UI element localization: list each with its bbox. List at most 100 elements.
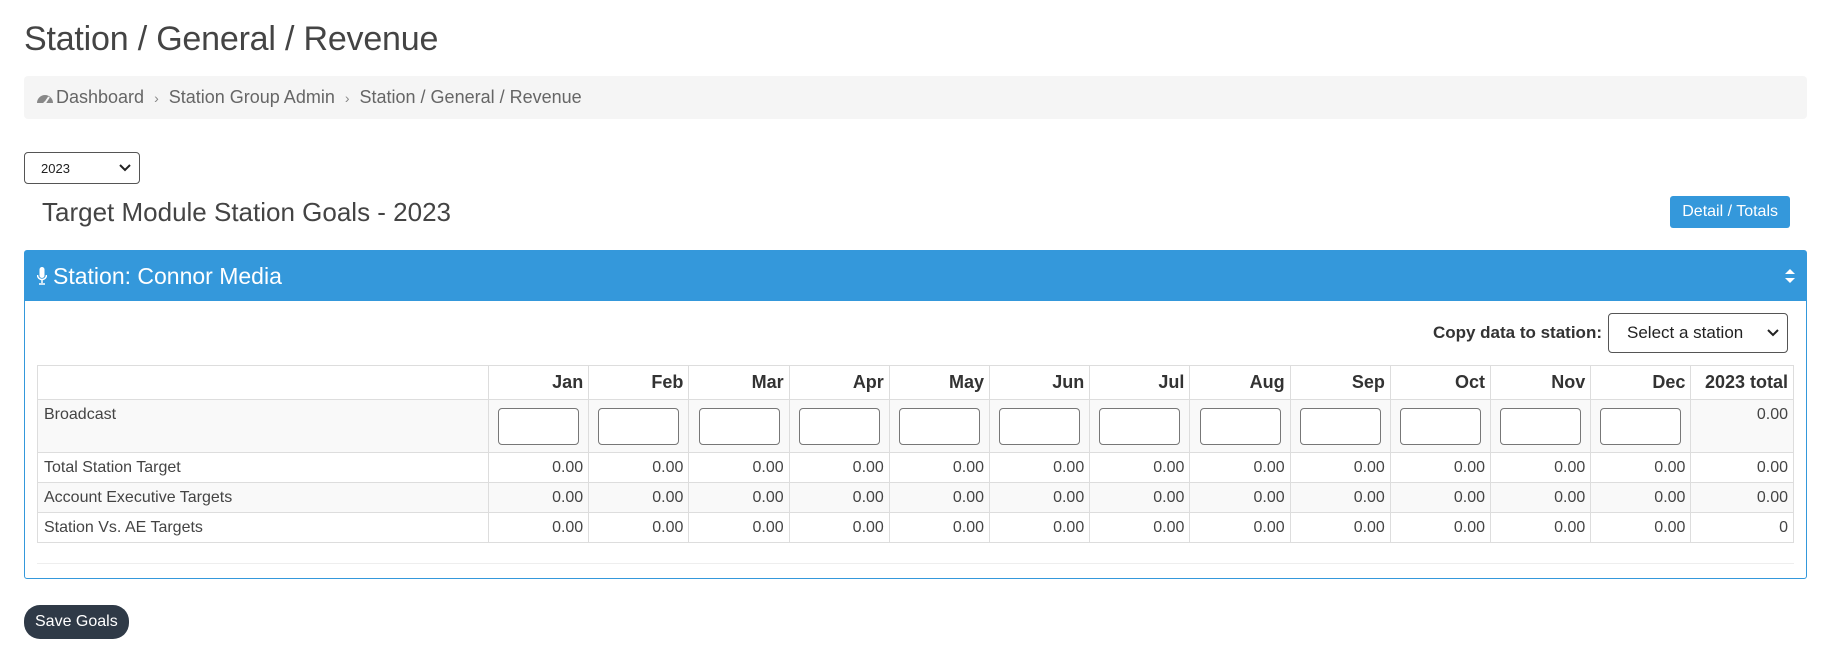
month-header: Aug bbox=[1189, 365, 1291, 400]
table-cell: 0.00 bbox=[1389, 452, 1492, 483]
month-header: Nov bbox=[1490, 365, 1592, 400]
broadcast-jan-input[interactable] bbox=[498, 407, 580, 445]
broadcast-nov-input[interactable] bbox=[1500, 407, 1582, 445]
table-cell: 0.00 bbox=[888, 482, 991, 513]
table-header-label bbox=[37, 365, 489, 400]
dashboard-icon bbox=[37, 94, 53, 104]
station-panel-body: Copy data to station: Select a station J… bbox=[25, 301, 1806, 578]
table-row-account-executive-targets: Account Executive Targets 0.00 0.00 0.00… bbox=[37, 482, 1794, 513]
sort-icon[interactable] bbox=[1784, 268, 1796, 284]
breadcrumb-dashboard-label: Dashboard bbox=[56, 87, 145, 107]
page: Station / General / Revenue Dashboard › … bbox=[0, 0, 1831, 639]
table-row-broadcast: Broadcast 0.00 bbox=[37, 399, 1794, 453]
breadcrumb: Dashboard › Station Group Admin › Statio… bbox=[24, 76, 1807, 119]
month-header: Apr bbox=[788, 365, 890, 400]
table-cell: 0.00 bbox=[1289, 452, 1391, 483]
chevron-down-icon bbox=[119, 164, 131, 172]
table-cell: 0.00 bbox=[1189, 512, 1291, 543]
table-cell: 0.00 bbox=[1590, 482, 1692, 513]
save-goals-button[interactable]: Save Goals bbox=[24, 605, 129, 639]
table-cell: 0.00 bbox=[989, 512, 1091, 543]
table-cell: 0.00 bbox=[1089, 482, 1191, 513]
table-cell: 0.00 bbox=[1490, 512, 1592, 543]
broadcast-sep-input[interactable] bbox=[1299, 407, 1381, 445]
table-cell: 0.00 bbox=[688, 512, 790, 543]
row-total: 0 bbox=[1690, 512, 1794, 543]
table-cell: 0.00 bbox=[688, 482, 790, 513]
table-cell: 0.00 bbox=[1490, 452, 1592, 483]
goals-title: Target Module Station Goals - 2023 bbox=[42, 196, 452, 227]
table-cell: 0.00 bbox=[1490, 482, 1592, 513]
month-header: Jun bbox=[989, 365, 1091, 400]
broadcast-aug-input[interactable] bbox=[1199, 407, 1281, 445]
table-cell: 0.00 bbox=[588, 512, 690, 543]
row-label: Station Vs. AE Targets bbox=[37, 512, 489, 543]
broadcast-may-input[interactable] bbox=[898, 407, 980, 445]
copy-data-row: Copy data to station: Select a station bbox=[37, 313, 1794, 353]
station-panel: Station: Connor Media Copy data to stati… bbox=[24, 250, 1807, 579]
table-cell: 0.00 bbox=[487, 482, 590, 513]
month-header: May bbox=[888, 365, 991, 400]
table-cell: 0.00 bbox=[989, 452, 1091, 483]
broadcast-oct-input[interactable] bbox=[1399, 407, 1481, 445]
row-label: Account Executive Targets bbox=[37, 482, 489, 513]
station-select[interactable]: Select a station bbox=[1608, 313, 1788, 353]
station-panel-header[interactable]: Station: Connor Media bbox=[25, 251, 1806, 301]
microphone-icon bbox=[37, 267, 47, 285]
row-label: Broadcast bbox=[37, 399, 489, 453]
broadcast-feb-input[interactable] bbox=[598, 407, 680, 445]
table-cell: 0.00 bbox=[1590, 452, 1692, 483]
breadcrumb-dashboard[interactable]: Dashboard bbox=[36, 87, 144, 108]
table-cell: 0.00 bbox=[588, 482, 690, 513]
month-header: Sep bbox=[1289, 365, 1391, 400]
row-total: 0.00 bbox=[1690, 452, 1794, 483]
table-cell: 0.00 bbox=[788, 452, 890, 483]
row-total: 0.00 bbox=[1690, 482, 1794, 513]
row-total: 0.00 bbox=[1690, 399, 1794, 453]
goals-table: Jan Feb Mar Apr May Jun Jul Aug Sep Oct … bbox=[37, 365, 1794, 543]
copy-data-label: Copy data to station: bbox=[1432, 323, 1602, 342]
table-cell: 0.00 bbox=[1289, 512, 1391, 543]
table-cell: 0.00 bbox=[888, 512, 991, 543]
table-cell: 0.00 bbox=[487, 452, 590, 483]
table-cell: 0.00 bbox=[588, 452, 690, 483]
table-cell: 0.00 bbox=[888, 452, 991, 483]
table-row-total-station-target: Total Station Target 0.00 0.00 0.00 0.00… bbox=[37, 452, 1794, 483]
table-row-station-vs-ae-targets: Station Vs. AE Targets 0.00 0.00 0.00 0.… bbox=[37, 512, 1794, 543]
broadcast-mar-input[interactable] bbox=[698, 407, 780, 445]
table-cell: 0.00 bbox=[989, 482, 1091, 513]
row-label: Total Station Target bbox=[37, 452, 489, 483]
table-cell: 0.00 bbox=[788, 482, 890, 513]
table-cell: 0.00 bbox=[1089, 452, 1191, 483]
table-cell: 0.00 bbox=[487, 512, 590, 543]
month-header: Feb bbox=[588, 365, 690, 400]
month-header: Jul bbox=[1089, 365, 1191, 400]
breadcrumb-current: Station / General / Revenue bbox=[359, 87, 582, 107]
month-header: Oct bbox=[1389, 365, 1492, 400]
goals-header: Target Module Station Goals - 2023 Detai… bbox=[24, 196, 1807, 228]
table-cell: 0.00 bbox=[1089, 512, 1191, 543]
detail-totals-button[interactable]: Detail / Totals bbox=[1670, 196, 1790, 228]
station-select-value: Select a station bbox=[1627, 323, 1744, 342]
year-select-value: 2023 bbox=[41, 160, 70, 176]
table-cell: 0.00 bbox=[1189, 452, 1291, 483]
month-header: Dec bbox=[1590, 365, 1692, 400]
broadcast-jun-input[interactable] bbox=[999, 407, 1081, 445]
station-panel-title: Station: Connor Media bbox=[53, 262, 282, 289]
table-cell: 0.00 bbox=[1289, 482, 1391, 513]
table-cell: 0.00 bbox=[788, 512, 890, 543]
broadcast-jul-input[interactable] bbox=[1099, 407, 1181, 445]
breadcrumb-station-group-admin[interactable]: Station Group Admin bbox=[169, 87, 335, 108]
broadcast-dec-input[interactable] bbox=[1600, 407, 1682, 445]
year-select[interactable]: 2023 bbox=[24, 152, 140, 184]
breadcrumb-separator-icon: › bbox=[344, 89, 350, 106]
broadcast-apr-input[interactable] bbox=[798, 407, 880, 445]
table-cell: 0.00 bbox=[1590, 512, 1692, 543]
total-header: 2023 total bbox=[1690, 365, 1794, 400]
table-cell: 0.00 bbox=[688, 452, 790, 483]
month-header: Jan bbox=[487, 365, 590, 400]
table-header-row: Jan Feb Mar Apr May Jun Jul Aug Sep Oct … bbox=[37, 365, 1794, 400]
breadcrumb-separator-icon: › bbox=[154, 89, 159, 106]
page-title: Station / General / Revenue bbox=[24, 20, 439, 58]
table-cell: 0.00 bbox=[1189, 482, 1291, 513]
